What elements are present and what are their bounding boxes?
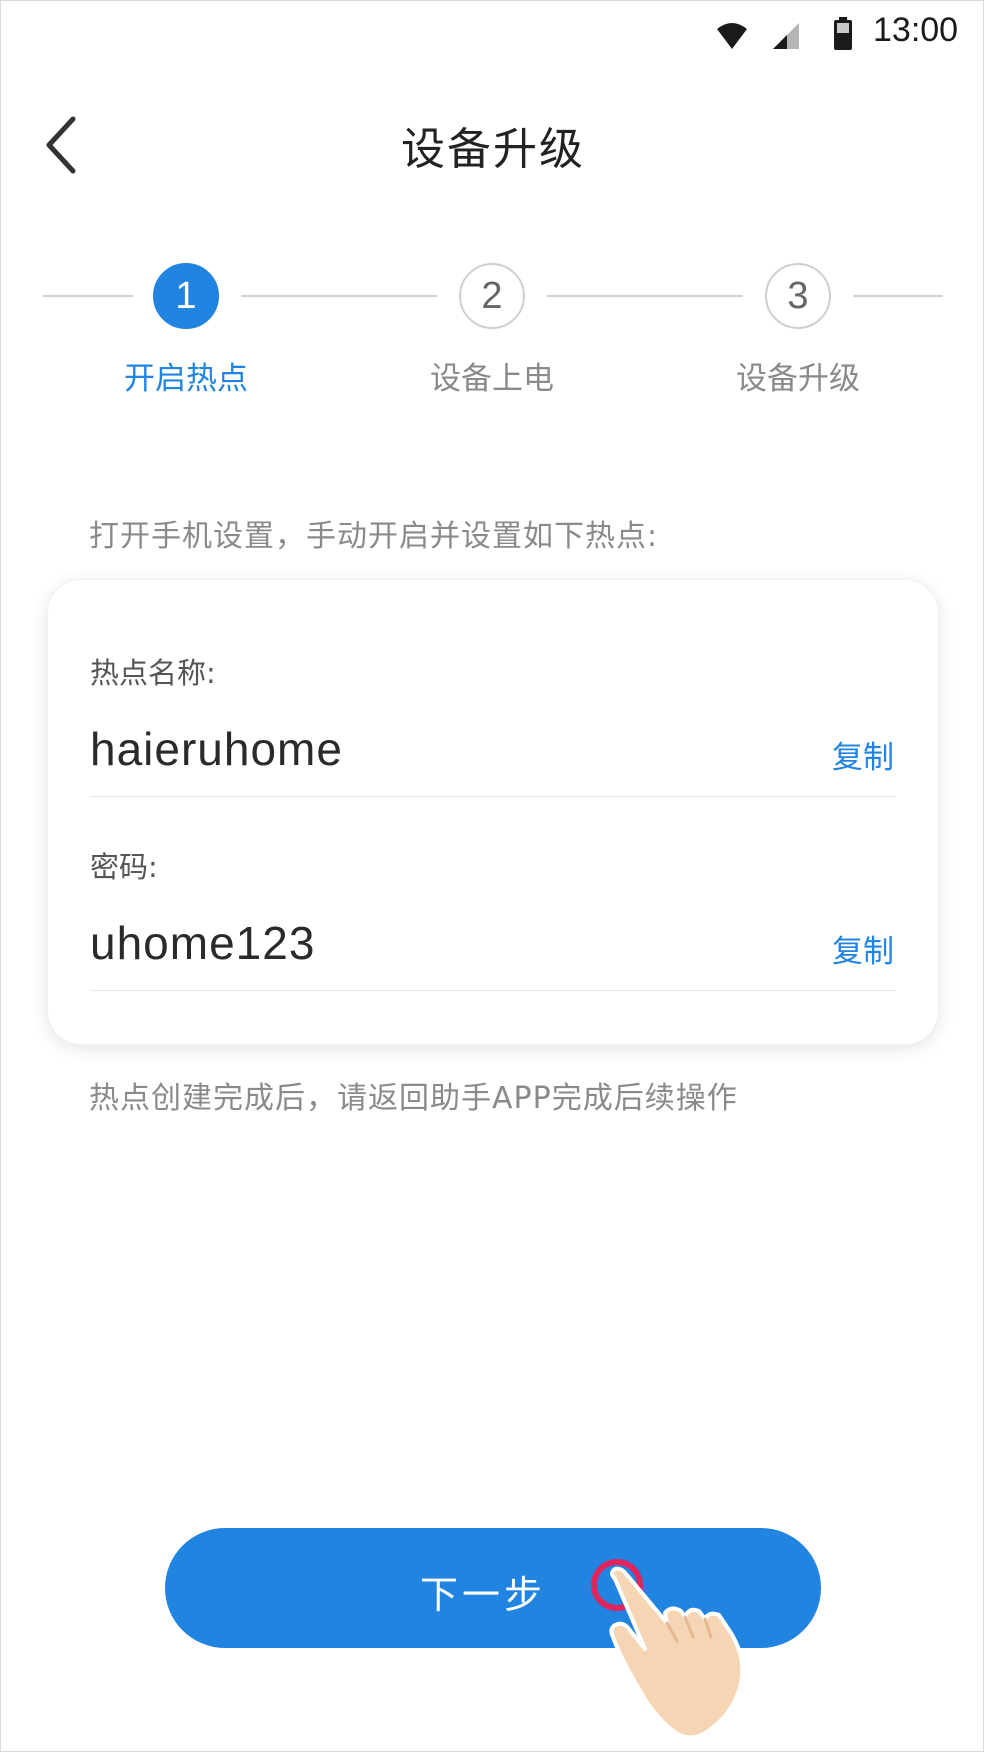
divider (90, 796, 896, 797)
step-connector (547, 295, 743, 297)
app-frame: 13:00 设备升级 1 2 3 开启热点 设备上电 设备升级 打开手机设置，手… (0, 0, 984, 1752)
page-title: 设备升级 (401, 124, 585, 175)
note-text: 热点创建完成后，请返回助手APP完成后续操作 (89, 1081, 738, 1116)
step-2-circle: 2 (459, 263, 525, 329)
password-label: 密码: (90, 850, 158, 884)
status-bar: 13:00 (1, 1, 984, 63)
hotspot-name-label: 热点名称: (90, 656, 216, 690)
status-time: 13:00 (873, 11, 959, 49)
divider (90, 990, 896, 991)
instruction-text: 打开手机设置，手动开启并设置如下热点: (89, 519, 659, 554)
step-connector (43, 295, 133, 297)
copy-password-button[interactable]: 复制 (832, 926, 894, 971)
step-connector (853, 295, 943, 297)
step-2-label: 设备上电 (430, 361, 554, 397)
hotspot-name-value: haieruhome (90, 723, 343, 775)
password-value: uhome123 (90, 917, 316, 969)
step-1-circle: 1 (153, 263, 219, 329)
signal-icon (773, 23, 799, 49)
tap-hand-icon (591, 1559, 745, 1740)
step-connector (241, 295, 437, 297)
step-3-label: 设备升级 (736, 361, 860, 397)
copy-name-button[interactable]: 复制 (832, 732, 894, 777)
step-3-circle: 3 (765, 263, 831, 329)
battery-icon (834, 17, 852, 50)
step-1-label: 开启热点 (124, 361, 248, 397)
wifi-icon (717, 23, 747, 49)
hotspot-card: 热点名称: haieruhome 复制 密码: uhome123 复制 (47, 579, 939, 1045)
